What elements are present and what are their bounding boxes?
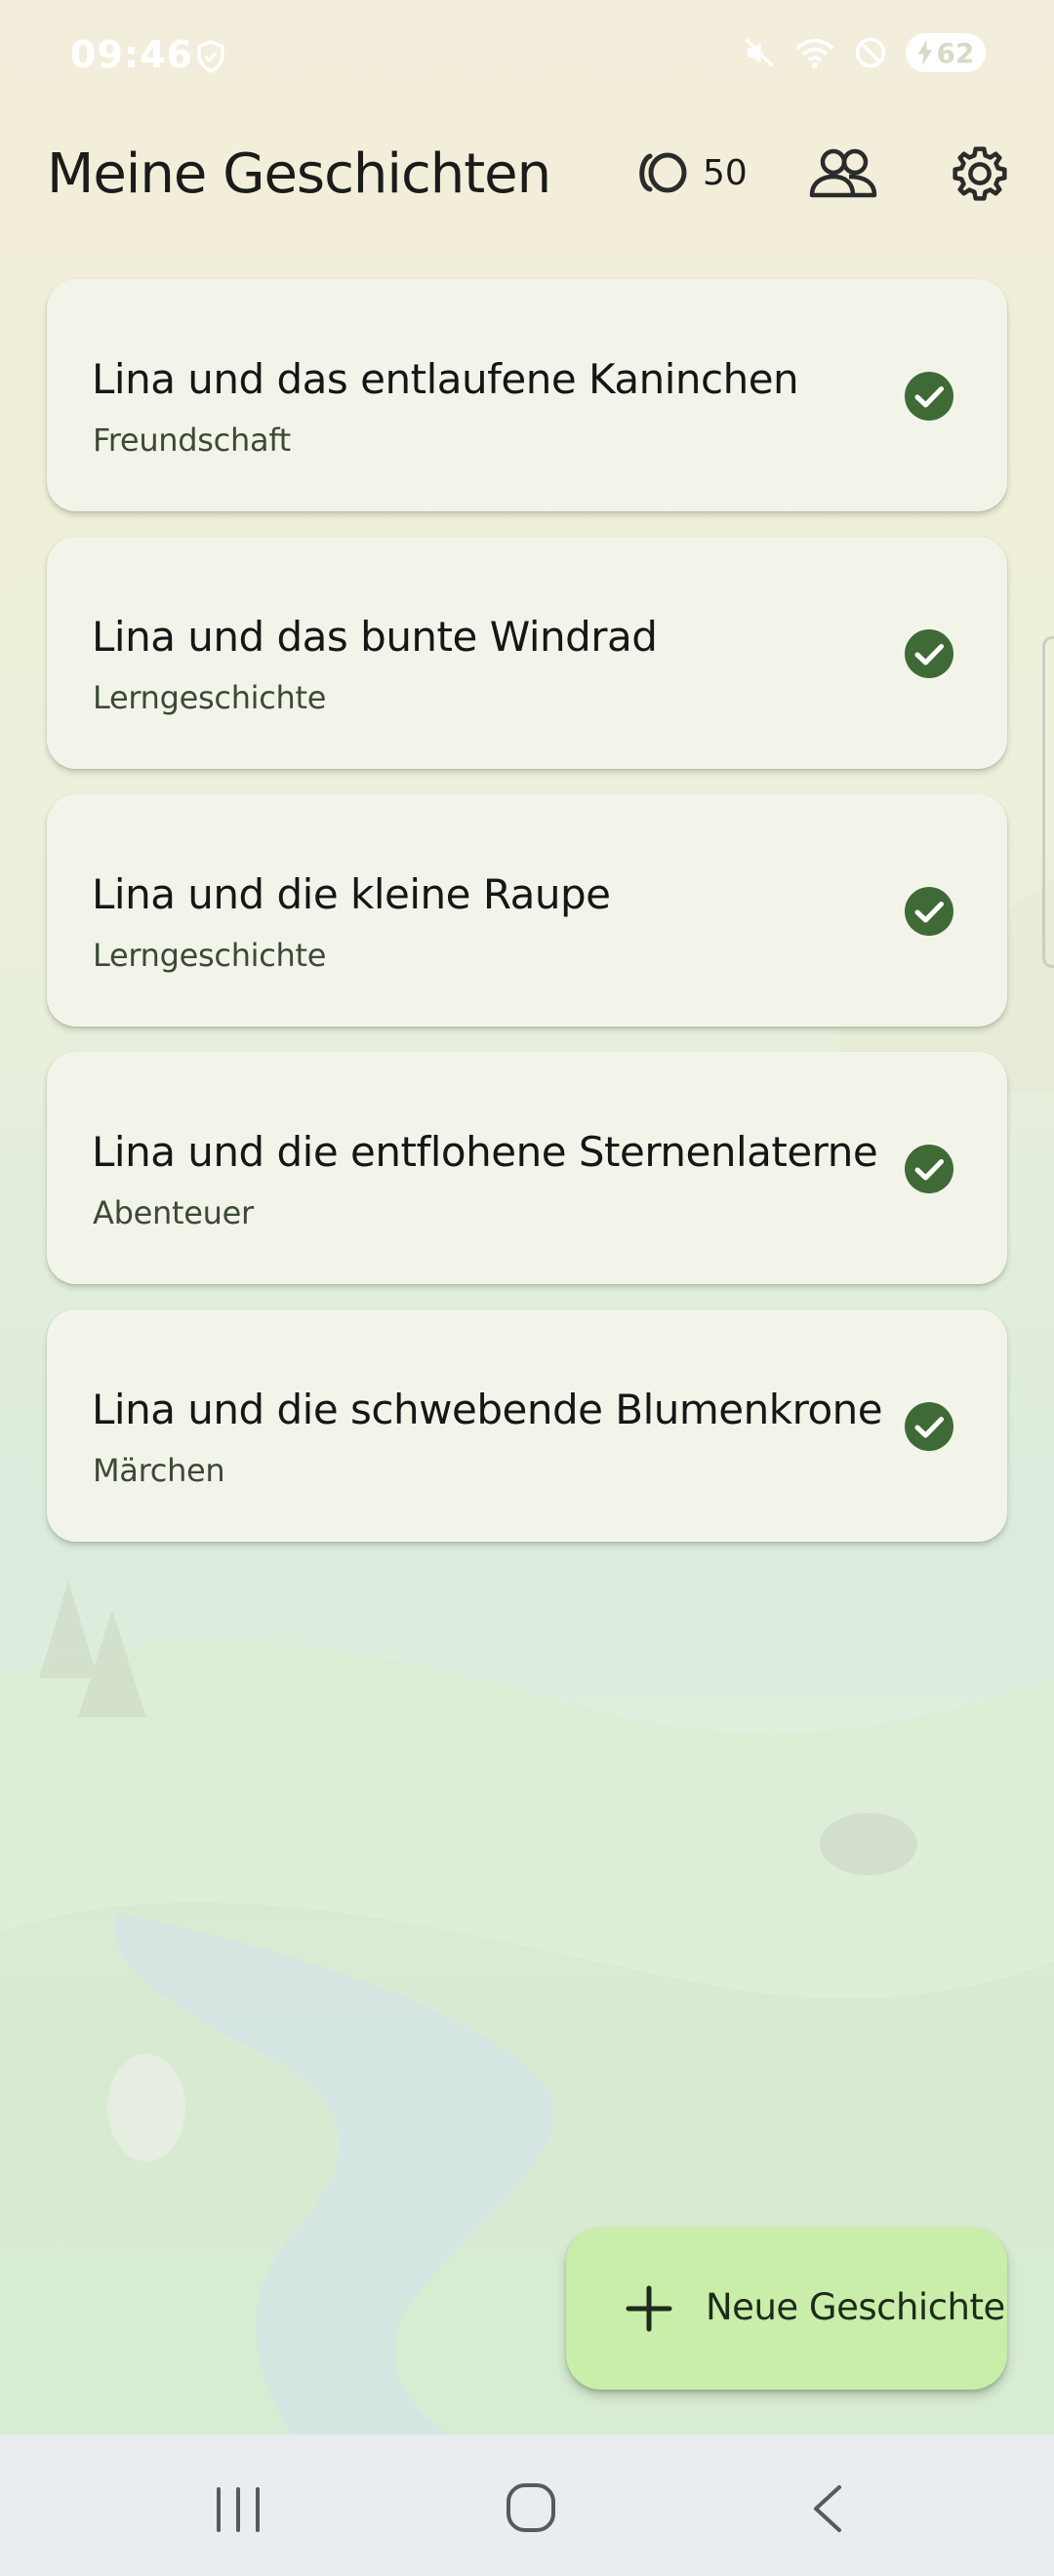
story-category: Lerngeschichte: [93, 679, 327, 716]
story-card[interactable]: Lina und die kleine Raupe Lerngeschichte: [47, 794, 1007, 1026]
story-category: Lerngeschichte: [93, 937, 327, 974]
mute-icon: [745, 38, 774, 67]
credits-display[interactable]: 50: [636, 150, 748, 195]
edge-panel-handle[interactable]: [1042, 636, 1054, 968]
story-title: Lina und das entlaufene Kaninchen: [92, 355, 799, 403]
story-list: Lina und das entlaufene Kaninchen Freund…: [47, 279, 1007, 1567]
do-not-disturb-icon: [855, 37, 886, 68]
gear-icon[interactable]: [949, 142, 1011, 205]
battery-charging-icon: 62: [906, 33, 986, 72]
story-title: Lina und die schwebende Blumenkrone: [92, 1386, 883, 1433]
story-title: Lina und die entflohene Sternenlaterne: [92, 1128, 878, 1176]
home-icon[interactable]: [505, 2481, 557, 2534]
check-circle-icon: [905, 372, 953, 421]
coin-icon: [639, 152, 687, 193]
check-circle-icon: [905, 887, 953, 936]
plus-icon: [626, 2285, 672, 2332]
check-circle-icon: [905, 629, 953, 678]
status-time: 09:46: [70, 33, 193, 76]
story-card[interactable]: Lina und die entflohene Sternenlaterne A…: [47, 1052, 1007, 1284]
new-story-button[interactable]: Neue Geschichte: [566, 2228, 1007, 2390]
check-circle-icon: [905, 1145, 953, 1193]
story-card[interactable]: Lina und das entlaufene Kaninchen Freund…: [47, 279, 1007, 511]
recents-icon[interactable]: [211, 2485, 265, 2534]
page-title: Meine Geschichten: [47, 142, 551, 206]
check-circle-icon: [905, 1402, 953, 1451]
story-card[interactable]: Lina und die schwebende Blumenkrone Märc…: [47, 1309, 1007, 1542]
battery-level: 62: [936, 36, 975, 69]
story-card[interactable]: Lina und das bunte Windrad Lerngeschicht…: [47, 537, 1007, 769]
credits-value: 50: [703, 152, 748, 193]
people-icon[interactable]: [806, 144, 880, 203]
story-category: Märchen: [93, 1452, 225, 1489]
story-category: Freundschaft: [93, 422, 291, 459]
status-bar: 09:46 62: [0, 0, 1054, 112]
story-title: Lina und die kleine Raupe: [92, 870, 611, 918]
shield-check-icon: [197, 40, 224, 73]
wifi-icon: [795, 38, 834, 68]
app-header: Meine Geschichten 50: [0, 127, 1054, 224]
back-icon[interactable]: [806, 2481, 849, 2536]
story-category: Abenteuer: [93, 1194, 254, 1231]
story-title: Lina und das bunte Windrad: [92, 613, 658, 661]
system-nav-bar: [0, 2435, 1054, 2576]
new-story-label: Neue Geschichte: [706, 2286, 1005, 2328]
